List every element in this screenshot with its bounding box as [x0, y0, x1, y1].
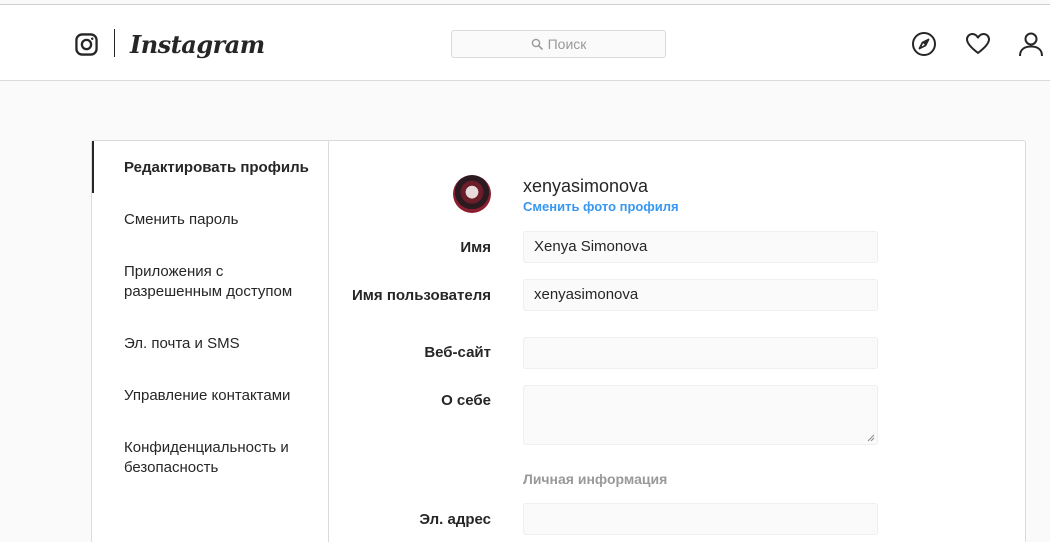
personal-info-heading: Личная информация — [523, 471, 668, 487]
username-label: Имя пользователя — [352, 287, 491, 304]
bio-label: О себе — [441, 392, 491, 409]
change-photo-link[interactable]: Сменить фото профиля — [523, 199, 679, 214]
profile-person-icon[interactable] — [1018, 31, 1044, 57]
sidebar-item-change-password[interactable]: Сменить пароль — [92, 210, 328, 230]
website-label: Веб-сайт — [424, 344, 491, 361]
search-icon — [531, 38, 543, 50]
name-field[interactable]: Xenya Simonova — [523, 231, 878, 263]
instagram-camera-icon[interactable] — [75, 33, 98, 56]
email-field[interactable] — [523, 503, 878, 535]
edit-profile-form: xenyasimonova Сменить фото профиля Имя X… — [329, 141, 1025, 542]
profile-username: xenyasimonova — [523, 176, 649, 196]
email-label: Эл. адрес — [419, 511, 491, 528]
sidebar-item-authorized-apps[interactable]: Приложения с разрешенным доступом — [92, 262, 312, 302]
logo-divider — [114, 29, 115, 57]
bio-textarea[interactable] — [523, 385, 878, 445]
username-field[interactable]: xenyasimonova — [523, 279, 878, 311]
resize-handle-icon[interactable] — [867, 434, 875, 442]
search-placeholder: Поиск — [547, 36, 587, 52]
sidebar-item-manage-contacts[interactable]: Управление контактами — [92, 386, 328, 406]
instagram-wordmark[interactable]: Instagram — [130, 29, 265, 61]
top-navigation-bar: Instagram Поиск — [0, 5, 1050, 81]
settings-panel: Редактировать профиль Сменить пароль При… — [91, 140, 1026, 542]
name-label: Имя — [460, 239, 491, 256]
avatar[interactable] — [453, 175, 491, 213]
sidebar-item-edit-profile[interactable]: Редактировать профиль — [92, 141, 328, 193]
activity-heart-icon[interactable] — [965, 31, 991, 57]
sidebar-item-privacy-security[interactable]: Конфиденциальность и безопасность — [92, 438, 312, 478]
settings-sidebar: Редактировать профиль Сменить пароль При… — [92, 141, 329, 542]
sidebar-item-email-sms[interactable]: Эл. почта и SMS — [92, 334, 328, 354]
website-field[interactable] — [523, 337, 878, 369]
explore-compass-icon[interactable] — [911, 31, 937, 57]
search-input[interactable]: Поиск — [451, 30, 666, 58]
